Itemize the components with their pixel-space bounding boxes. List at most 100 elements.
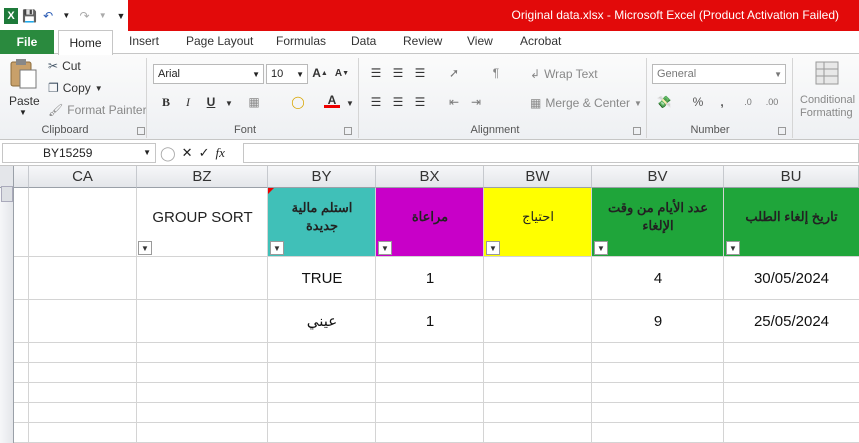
tab-insert[interactable]: Insert — [129, 34, 159, 50]
increase-indent-icon[interactable]: ⇥ — [468, 95, 484, 109]
column-header-ca[interactable]: CA — [29, 166, 137, 188]
cell-bv-row1[interactable]: 4 — [592, 257, 724, 299]
wrap-text-button[interactable]: ↲ Wrap Text — [530, 67, 598, 81]
filter-active-icon[interactable]: ▼ — [378, 241, 392, 255]
copy-button[interactable]: ❐ Copy ▼ — [48, 81, 103, 95]
cell-by-row1[interactable]: TRUE — [268, 257, 376, 299]
font-size-select[interactable]: 10 ▼ — [266, 64, 308, 84]
filter-dropdown-icon[interactable]: ▼ — [594, 241, 608, 255]
column-header-bw[interactable]: BW — [484, 166, 592, 188]
comma-style-icon[interactable]: , — [714, 95, 730, 109]
font-color-dropdown-icon[interactable]: ▼ — [342, 96, 358, 110]
copy-dropdown-icon[interactable]: ▼ — [95, 84, 103, 93]
fill-color-icon[interactable]: ◯ — [290, 95, 306, 109]
column-header-blank[interactable] — [14, 166, 29, 188]
font-color-icon[interactable]: A — [324, 93, 340, 108]
tab-view[interactable]: View — [467, 34, 493, 50]
cell-bv-row2[interactable]: 9 — [592, 300, 724, 342]
scroll-thumb-icon[interactable] — [1, 186, 13, 202]
tab-acrobat[interactable]: Acrobat — [520, 34, 561, 50]
clipboard-launcher-icon[interactable] — [137, 127, 145, 135]
percent-icon[interactable]: % — [690, 95, 706, 109]
cell-bu-row1[interactable]: 30/05/2024 — [724, 257, 859, 299]
formula-input[interactable] — [243, 143, 859, 163]
column-header-bx[interactable]: BX — [376, 166, 484, 188]
chevron-down-icon[interactable]: ▼ — [143, 144, 151, 162]
conditional-formatting-button[interactable]: Conditional Formatting — [800, 94, 855, 120]
cell-bw-row1[interactable] — [484, 257, 592, 299]
italic-icon[interactable]: I — [180, 95, 196, 109]
enter-icon[interactable]: ✓ — [199, 145, 210, 161]
brush-icon: 🖌 — [48, 103, 64, 117]
paste-icon[interactable] — [8, 58, 38, 90]
borders-icon[interactable]: ▦ — [246, 95, 262, 109]
row-headers[interactable] — [0, 188, 14, 443]
header-cell-by[interactable]: استلم مالية جديدة — [268, 188, 376, 256]
name-box[interactable]: BY15259 ▼ — [2, 143, 156, 163]
increase-decimal-icon[interactable]: .0 — [740, 95, 756, 109]
align-bottom-icon[interactable]: ☰ — [412, 66, 428, 80]
merge-center-button[interactable]: ▦ Merge & Center ▼ — [530, 96, 642, 110]
gridline — [136, 188, 137, 443]
cell-bw-row2[interactable] — [484, 300, 592, 342]
underline-icon[interactable]: U — [203, 95, 219, 109]
decrease-decimal-icon[interactable]: .00 — [764, 95, 780, 109]
cell-bx-row1[interactable]: 1 — [376, 257, 484, 299]
font-launcher-icon[interactable] — [344, 127, 352, 135]
expand-icon[interactable]: ◯ — [160, 145, 176, 162]
cut-button[interactable]: ✂ Cut — [48, 59, 81, 73]
format-painter-button[interactable]: 🖌 Format Painter — [48, 103, 147, 117]
rtl-icon[interactable]: ¶ — [488, 66, 504, 80]
insert-function-icon[interactable]: fx — [215, 145, 224, 161]
align-right-icon[interactable]: ☰ — [412, 95, 428, 109]
font-name-select[interactable]: Arial ▼ — [153, 64, 264, 84]
number-launcher-icon[interactable] — [778, 127, 786, 135]
undo-dropdown-icon[interactable]: ▼ — [59, 8, 73, 24]
column-header-bv[interactable]: BV — [592, 166, 724, 188]
filter-dropdown-icon[interactable]: ▼ — [726, 241, 740, 255]
column-header-by[interactable]: BY — [268, 166, 376, 188]
header-cell-bv[interactable]: عدد الأيام من وقت الإلغاء — [592, 188, 724, 256]
paste-dropdown-icon[interactable]: ▼ — [19, 108, 27, 117]
tab-review[interactable]: Review — [403, 34, 442, 50]
align-top-icon[interactable]: ☰ — [368, 66, 384, 80]
filter-dropdown-icon[interactable]: ▼ — [138, 241, 152, 255]
header-cell-bx[interactable]: مراعاة — [376, 188, 484, 256]
align-left-icon[interactable]: ☰ — [368, 95, 384, 109]
alignment-launcher-icon[interactable] — [633, 127, 641, 135]
redo-dropdown-icon[interactable]: ▼ — [96, 8, 110, 24]
cancel-icon[interactable]: ✕ — [182, 145, 193, 161]
customize-qat-icon[interactable]: ▼ — [114, 8, 128, 24]
cell-bu-row2[interactable]: 25/05/2024 — [724, 300, 859, 342]
tab-data[interactable]: Data — [351, 34, 376, 50]
filter-dropdown-icon[interactable]: ▼ — [486, 241, 500, 255]
header-cell-bw[interactable]: احتياج — [484, 188, 592, 256]
select-all-corner[interactable] — [0, 166, 14, 188]
underline-dropdown-icon[interactable]: ▼ — [221, 96, 237, 110]
paste-button[interactable]: Paste — [9, 94, 40, 108]
header-cell-bu[interactable]: تاريخ إلغاء الطلب — [724, 188, 859, 256]
grow-font-icon[interactable]: A ▲ — [312, 66, 328, 80]
header-cell-bz[interactable]: GROUP SORT — [137, 188, 268, 256]
tab-formulas[interactable]: Formulas — [276, 34, 326, 50]
column-header-bz[interactable]: BZ — [137, 166, 268, 188]
save-icon[interactable]: 💾 — [22, 8, 37, 24]
undo-icon[interactable]: ↶ — [41, 8, 55, 24]
align-center-icon[interactable]: ☰ — [390, 95, 406, 109]
tab-page-layout[interactable]: Page Layout — [186, 34, 253, 50]
filter-dropdown-icon[interactable]: ▼ — [270, 241, 284, 255]
column-header-bu[interactable]: BU — [724, 166, 859, 188]
shrink-font-icon[interactable]: A ▼ — [334, 66, 350, 80]
bold-icon[interactable]: B — [158, 95, 174, 109]
align-middle-icon[interactable]: ☰ — [390, 66, 406, 80]
cell-bx-row2[interactable]: 1 — [376, 300, 484, 342]
orientation-icon[interactable]: ➚ — [446, 66, 462, 80]
redo-icon[interactable]: ↷ — [77, 8, 91, 24]
tab-home[interactable]: Home — [58, 30, 113, 55]
tab-file[interactable]: File — [0, 30, 54, 54]
decrease-indent-icon[interactable]: ⇤ — [446, 95, 462, 109]
cell-by-row2[interactable]: عيني — [268, 300, 376, 342]
number-format-select[interactable]: General ▼ — [652, 64, 786, 84]
conditional-formatting-icon[interactable] — [814, 60, 842, 88]
accounting-format-icon[interactable]: 💸 — [656, 95, 672, 109]
